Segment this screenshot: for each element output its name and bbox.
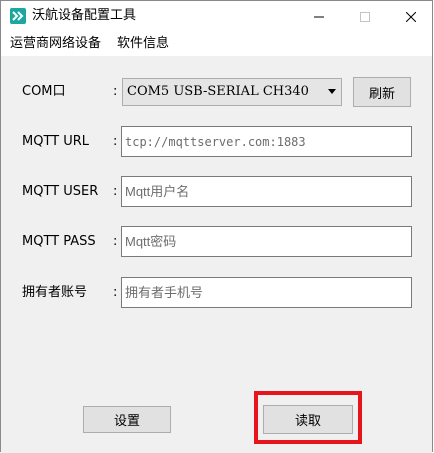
mqtt-url-colon: : <box>113 134 118 149</box>
settings-button[interactable]: 设置 <box>83 406 171 433</box>
mqtt-pass-input[interactable] <box>122 227 411 256</box>
settings-button-label: 设置 <box>113 414 140 429</box>
maximize-button <box>342 1 388 32</box>
mqtt-pass-label: MQTT PASS <box>22 234 96 249</box>
minimize-icon <box>314 16 324 17</box>
com-port-colon: : <box>113 84 118 99</box>
owner-account-colon: : <box>113 285 118 300</box>
title-bar[interactable]: 沃航设备配置工具 <box>1 1 432 32</box>
close-icon <box>406 11 416 22</box>
menu-software-info[interactable]: 软件信息 <box>117 36 169 52</box>
owner-account-field <box>121 277 412 308</box>
maximize-icon <box>360 11 370 22</box>
mqtt-user-label: MQTT USER <box>22 184 99 199</box>
mqtt-url-label: MQTT URL <box>22 134 90 149</box>
menu-carrier-network-device[interactable]: 运营商网络设备 <box>10 36 101 52</box>
minimize-button[interactable] <box>296 1 342 32</box>
menu-bar: 运营商网络设备 软件信息 <box>1 32 432 56</box>
chevron-down-icon <box>328 89 336 94</box>
window-title: 沃航设备配置工具 <box>32 8 137 23</box>
mqtt-user-field <box>121 176 412 207</box>
refresh-button-label: 刷新 <box>368 86 395 102</box>
refresh-button[interactable]: 刷新 <box>353 77 411 107</box>
com-port-select[interactable]: COM5 USB-SERIAL CH340 <box>122 78 342 106</box>
mqtt-user-colon: : <box>113 184 118 199</box>
mqtt-pass-colon: : <box>113 234 118 249</box>
owner-phone-input[interactable] <box>122 278 411 307</box>
highlight-box <box>254 391 362 444</box>
mqtt-pass-field <box>121 226 412 257</box>
com-port-label: COM口 <box>22 84 66 99</box>
owner-account-label: 拥有者账号 <box>22 285 88 300</box>
mqtt-user-input[interactable] <box>122 177 411 206</box>
mqtt-url-field <box>121 126 412 157</box>
close-button[interactable] <box>388 1 434 32</box>
com-port-selected-value: COM5 USB-SERIAL CH340 <box>127 84 309 99</box>
app-window: 沃航设备配置工具 运营商网络设备 软件信息 COM口 : COM5 USB-SE… <box>0 0 433 453</box>
mqtt-url-input[interactable] <box>122 127 411 156</box>
config-form: COM口 : COM5 USB-SERIAL CH340 刷新 MQTT URL… <box>1 56 432 453</box>
app-logo-icon <box>10 8 26 24</box>
